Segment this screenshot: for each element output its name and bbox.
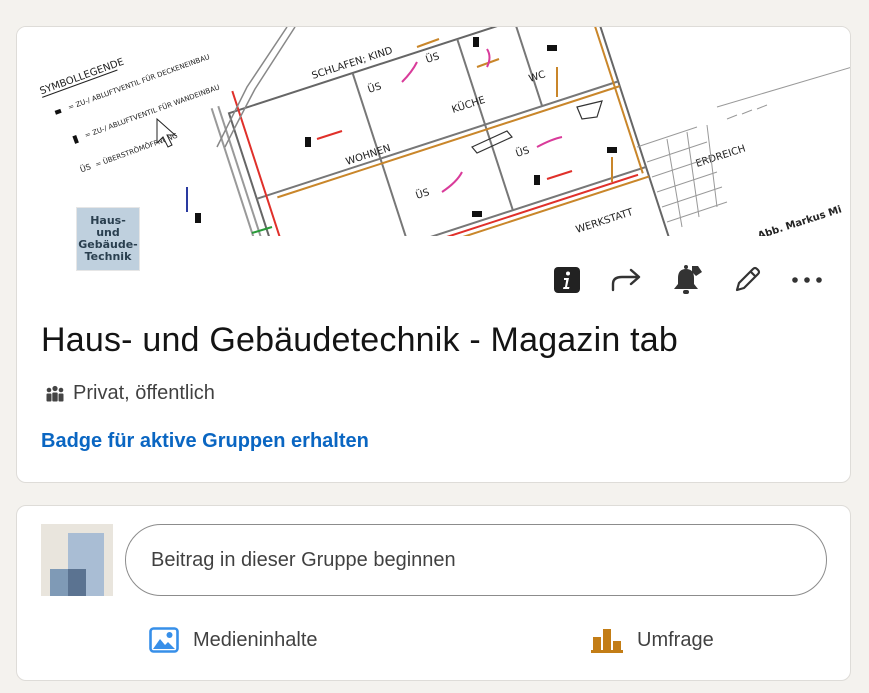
room-label-erdreich: ERDREICH bbox=[695, 143, 748, 169]
us-label-2: ÜS bbox=[424, 49, 441, 66]
info-icon bbox=[554, 267, 580, 293]
share-icon bbox=[611, 268, 641, 292]
us-label-1: ÜS bbox=[366, 79, 383, 96]
media-label: Medieninhalte bbox=[193, 628, 318, 651]
group-header-card: SYMBOLLEGENDE = ZU-/ ABLUFTVENTIL FÜR DE… bbox=[16, 26, 851, 483]
poll-icon bbox=[591, 629, 623, 653]
people-icon bbox=[46, 385, 64, 401]
image-icon bbox=[149, 627, 179, 653]
group-actions bbox=[548, 261, 826, 299]
group-cover-image: SYMBOLLEGENDE = ZU-/ ABLUFTVENTIL FÜR DE… bbox=[17, 27, 850, 236]
room-label-werkstatt: WERKSTATT bbox=[575, 207, 636, 236]
more-button[interactable] bbox=[788, 261, 826, 299]
media-button[interactable]: Medieninhalte bbox=[149, 624, 318, 656]
legend-us: ÜS bbox=[79, 161, 93, 174]
room-label-wohnen: WOHNEN bbox=[345, 143, 393, 168]
start-post-placeholder: Beitrag in dieser Gruppe beginnen bbox=[151, 548, 456, 571]
active-group-badge-link[interactable]: Badge für aktive Gruppen erhalten bbox=[41, 430, 369, 453]
edit-button[interactable] bbox=[728, 261, 766, 299]
post-composer-card: Beitrag in dieser Gruppe beginnen Medien… bbox=[16, 505, 851, 681]
poll-label: Umfrage bbox=[637, 628, 714, 651]
group-title: Haus- und Gebäudetechnik - Magazin tab bbox=[41, 321, 678, 359]
notifications-button[interactable] bbox=[668, 261, 706, 299]
visibility-label: Privat, öffentlich bbox=[73, 382, 215, 404]
group-logo: Haus- und Gebäude- Technik bbox=[76, 207, 140, 271]
start-post-input[interactable]: Beitrag in dieser Gruppe beginnen bbox=[125, 524, 827, 596]
us-label-3: ÜS bbox=[514, 143, 531, 160]
poll-button[interactable]: Umfrage bbox=[591, 624, 714, 656]
avatar[interactable] bbox=[41, 524, 113, 596]
group-visibility: Privat, öffentlich bbox=[45, 382, 215, 405]
legend-item-ceiling: = ZU-/ ABLUFTVENTIL FÜR DECKENEINBAU bbox=[67, 52, 211, 112]
share-button[interactable] bbox=[608, 261, 646, 299]
cover-credit: Abb. Markus Mi bbox=[757, 204, 844, 236]
pencil-icon bbox=[735, 266, 761, 292]
more-icon bbox=[792, 277, 822, 283]
logo-text-line: Technik bbox=[84, 250, 132, 263]
bell-icon bbox=[674, 265, 702, 294]
us-label-4: ÜS bbox=[414, 185, 431, 202]
info-button[interactable] bbox=[548, 261, 586, 299]
